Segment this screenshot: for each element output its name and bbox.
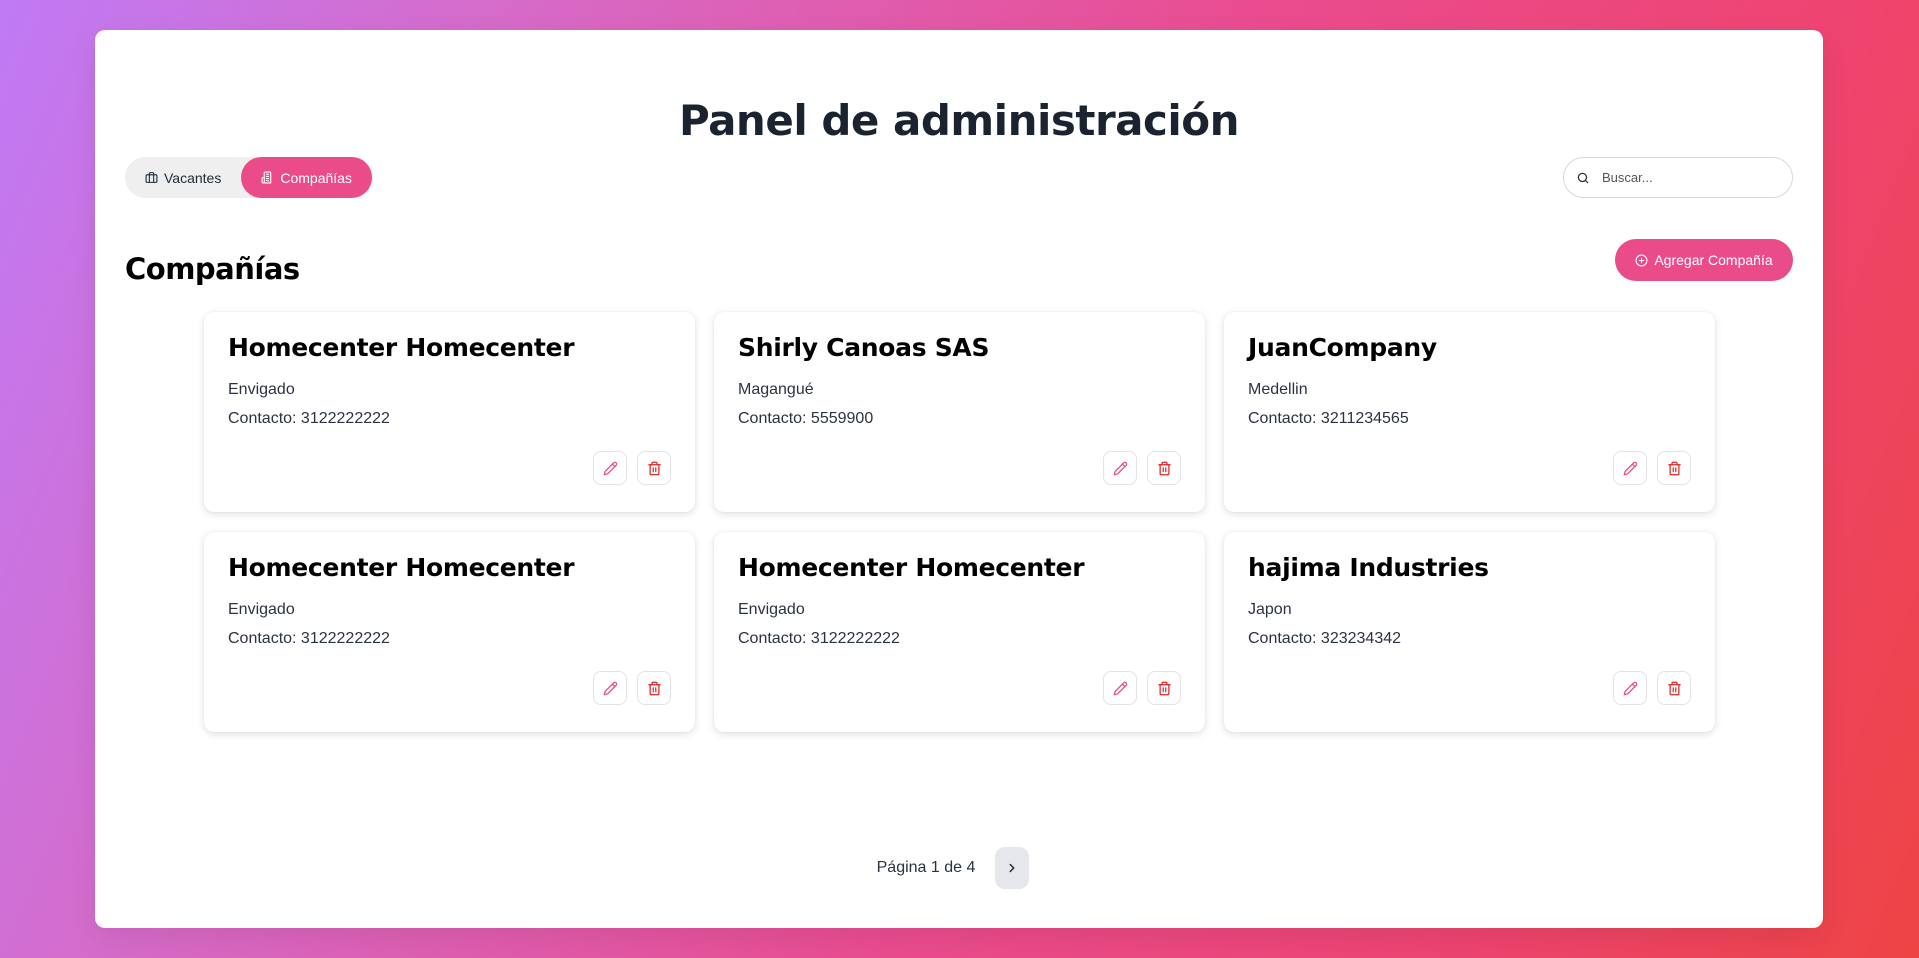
card-actions	[1613, 671, 1691, 705]
pagination: Página 1 de 4	[89, 847, 1817, 889]
company-name: Homecenter Homecenter	[228, 553, 575, 582]
company-contact: Contacto: 3122222222	[738, 630, 900, 647]
chevron-right-icon	[1005, 861, 1019, 875]
pencil-icon	[603, 681, 618, 696]
company-name: Homecenter Homecenter	[738, 553, 1085, 582]
company-contact: Contacto: 3122222222	[228, 630, 390, 647]
company-city: Japon	[1248, 601, 1292, 618]
company-city: Envigado	[738, 601, 805, 618]
delete-button[interactable]	[637, 671, 671, 705]
delete-button[interactable]	[637, 451, 671, 485]
trash-icon	[1667, 461, 1682, 476]
company-card: Homecenter Homecenter Envigado Contacto:…	[204, 532, 695, 732]
card-actions	[593, 671, 671, 705]
page-title: Panel de administración	[678, 96, 1240, 145]
tab-companias[interactable]: Compañías	[241, 157, 372, 198]
card-actions	[1103, 451, 1181, 485]
next-page-button[interactable]	[995, 847, 1030, 889]
company-contact: Contacto: 3122222222	[228, 410, 390, 427]
delete-button[interactable]	[1657, 671, 1691, 705]
company-name: Homecenter Homecenter	[228, 333, 575, 362]
company-contact: Contacto: 3211234565	[1248, 410, 1409, 427]
tab-label: Compañías	[280, 169, 352, 186]
company-contact: Contacto: 5559900	[738, 410, 874, 427]
page-indicator: Página 1 de 4	[876, 859, 976, 876]
company-card: Homecenter Homecenter Envigado Contacto:…	[204, 312, 695, 512]
trash-icon	[647, 681, 662, 696]
company-card: Homecenter Homecenter Envigado Contacto:…	[714, 532, 1205, 732]
pencil-icon	[1623, 681, 1638, 696]
company-grid: Homecenter Homecenter Envigado Contacto:…	[204, 312, 1715, 732]
search-icon	[1576, 171, 1590, 185]
building-icon	[261, 171, 274, 184]
company-city: Envigado	[228, 601, 295, 618]
trash-icon	[1667, 681, 1682, 696]
pencil-icon	[1113, 461, 1128, 476]
company-city: Envigado	[228, 381, 295, 398]
plus-circle-icon	[1635, 254, 1648, 267]
company-card: JuanCompany Medellin Contacto: 321123456…	[1224, 312, 1715, 512]
pencil-icon	[603, 461, 618, 476]
delete-button[interactable]	[1657, 451, 1691, 485]
pencil-icon	[1623, 461, 1638, 476]
card-actions	[1613, 451, 1691, 485]
company-card: Shirly Canoas SAS Magangué Contacto: 555…	[714, 312, 1205, 512]
search-box	[1563, 157, 1793, 198]
company-card: hajima Industries Japon Contacto: 323234…	[1224, 532, 1715, 732]
company-contact: Contacto: 323234342	[1248, 630, 1402, 647]
admin-panel: Panel de administración Vacantes Compañí…	[95, 30, 1823, 928]
tab-label: Vacantes	[164, 169, 222, 186]
delete-button[interactable]	[1147, 671, 1181, 705]
briefcase-icon	[145, 171, 158, 184]
delete-button[interactable]	[1147, 451, 1181, 485]
company-city: Medellin	[1248, 381, 1308, 398]
edit-button[interactable]	[593, 451, 627, 485]
trash-icon	[1157, 681, 1172, 696]
trash-icon	[647, 461, 662, 476]
edit-button[interactable]	[1613, 671, 1647, 705]
pencil-icon	[1113, 681, 1128, 696]
tab-group: Vacantes Compañías	[125, 157, 373, 198]
edit-button[interactable]	[593, 671, 627, 705]
company-name: Shirly Canoas SAS	[738, 333, 990, 362]
search-input[interactable]	[1600, 169, 1774, 186]
section-title: Compañías	[125, 252, 300, 286]
edit-button[interactable]	[1613, 451, 1647, 485]
company-city: Magangué	[738, 381, 814, 398]
edit-button[interactable]	[1103, 671, 1137, 705]
edit-button[interactable]	[1103, 451, 1137, 485]
tab-vacantes[interactable]: Vacantes	[125, 157, 241, 198]
card-actions	[1103, 671, 1181, 705]
add-company-label: Agregar Compañía	[1654, 252, 1773, 268]
card-actions	[593, 451, 671, 485]
company-name: JuanCompany	[1248, 333, 1437, 362]
company-name: hajima Industries	[1248, 553, 1489, 582]
add-company-button[interactable]: Agregar Compañía	[1615, 239, 1793, 281]
trash-icon	[1157, 461, 1172, 476]
